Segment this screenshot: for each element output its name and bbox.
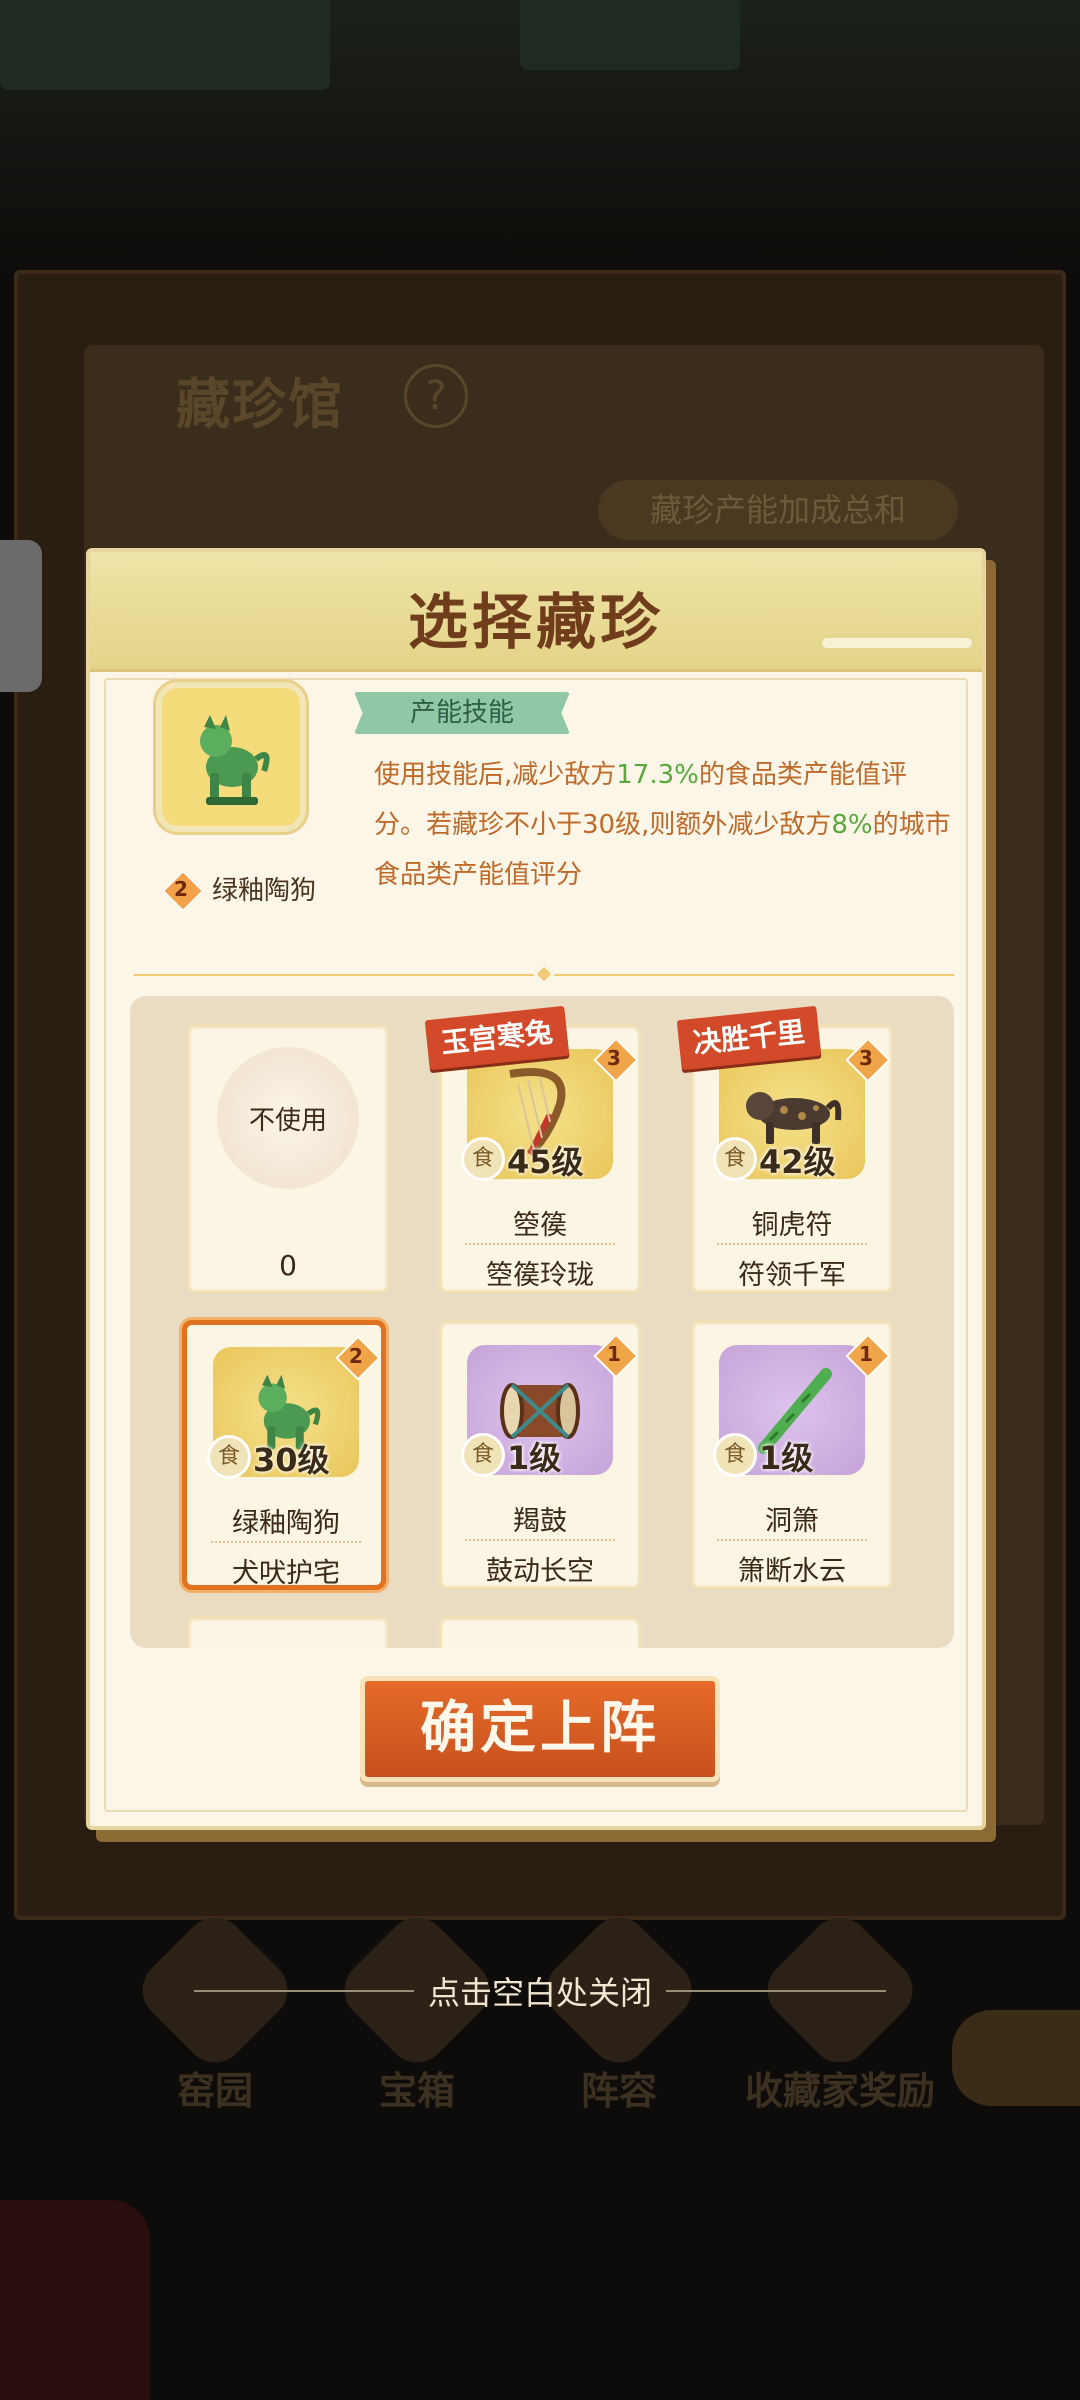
skill-desc-part: 使用技能后,减少敌方 xyxy=(374,760,617,790)
hint-line-left xyxy=(193,1990,414,1992)
treasure-card[interactable]: 玉宫寒兔 3 食 45级 箜篌 箜篌玲珑 xyxy=(424,1005,642,1294)
none-label: 不使用 xyxy=(248,1105,327,1136)
treasure-card-none[interactable]: 不使用 0 xyxy=(186,1024,390,1294)
treasure-level: 45级 xyxy=(507,1143,584,1181)
star-count: 1 xyxy=(607,1342,621,1366)
star-badge: 3 xyxy=(847,1039,885,1077)
treasure-level: 1级 xyxy=(759,1439,814,1477)
star-badge: 2 xyxy=(164,872,198,906)
side-tab xyxy=(0,540,42,692)
none-circle: 不使用 xyxy=(217,1047,359,1189)
food-icon: 食 xyxy=(461,1433,505,1477)
food-icon: 食 xyxy=(207,1435,251,1479)
card-separator xyxy=(717,1243,867,1245)
treasure-grid[interactable]: 不使用 0 玉宫寒兔 3 食 45级 箜篌 箜篌玲珑 决胜千里 3 食 42级 … xyxy=(130,996,954,1648)
skill-description: 使用技能后,减少敌方17.3%的食品类产能值评分。若藏珍不小于30级,则额外减少… xyxy=(374,750,954,900)
treasure-name: 箜篌 xyxy=(513,1210,567,1241)
nav-label: 宝箱 xyxy=(378,2069,455,2113)
treasure-name: 洞箫 xyxy=(765,1506,819,1537)
card-separator xyxy=(717,1539,867,1541)
select-treasure-modal: 选择藏珍 2 绿釉陶狗 产能技能 使用技能后,减少敌方17.3%的食品类产能值评… xyxy=(86,548,986,1830)
hint-line-right xyxy=(666,1990,886,1992)
food-icon: 食 xyxy=(713,1137,757,1181)
background-nav: 窑园 宝箱 阵容 收藏家奖励 xyxy=(70,1905,1080,2150)
treasure-card[interactable]: 1 食 1级 羯鼓 鼓动长空 xyxy=(438,1320,642,1590)
back-arrow-icon xyxy=(952,2010,1080,2106)
selected-treasure-name-row: 2 绿釉陶狗 xyxy=(164,870,316,907)
shelf-block xyxy=(520,0,740,70)
nav-label: 窑园 xyxy=(176,2069,253,2113)
treasure-card-partial[interactable] xyxy=(438,1616,642,1648)
treasure-level: 1级 xyxy=(507,1439,562,1477)
star-badge: 1 xyxy=(595,1335,633,1373)
card-separator xyxy=(211,1541,361,1543)
star-count: 2 xyxy=(349,1344,363,1368)
treasure-skill: 符领千军 xyxy=(738,1260,846,1291)
confirm-deploy-button[interactable]: 确定上阵 xyxy=(360,1676,720,1782)
selected-treasure-card xyxy=(156,682,306,832)
close-hint-text: 点击空白处关闭 xyxy=(427,1974,652,2012)
star-count: 3 xyxy=(859,1046,873,1070)
background-shelf xyxy=(0,0,1080,280)
card-separator xyxy=(465,1539,615,1541)
treasure-card[interactable]: 1 食 1级 洞箫 箫断水云 xyxy=(690,1320,894,1590)
green-glazed-dog-icon xyxy=(200,715,270,805)
treasure-skill: 箜篌玲珑 xyxy=(486,1260,594,1291)
treasure-name: 绿釉陶狗 xyxy=(232,1508,340,1539)
treasure-name: 铜虎符 xyxy=(751,1210,833,1241)
background-corner xyxy=(0,2200,150,2400)
background-bonus-label: 藏珍产能加成总和 xyxy=(598,480,958,540)
food-icon: 食 xyxy=(461,1137,505,1181)
nav-label: 阵容 xyxy=(580,2069,657,2113)
selected-treasure-name: 绿釉陶狗 xyxy=(212,876,317,906)
header-glint xyxy=(822,638,972,648)
star-badge: 3 xyxy=(595,1039,633,1077)
nav-item-lineup: 阵容 xyxy=(534,1905,704,2115)
treasure-skill: 箫断水云 xyxy=(738,1556,846,1587)
question-icon: ? xyxy=(404,364,468,428)
skill-desc-value: 17.3% xyxy=(616,760,699,790)
food-icon: 食 xyxy=(713,1433,757,1477)
nav-item-collector: 收藏家奖励 xyxy=(710,1905,970,2115)
treasure-level: 42级 xyxy=(759,1143,836,1181)
nav-label: 收藏家奖励 xyxy=(744,2069,935,2113)
nav-item-chest: 宝箱 xyxy=(332,1905,502,2115)
close-hint[interactable]: 点击空白处关闭 xyxy=(0,1966,1080,2016)
star-count: 3 xyxy=(607,1046,621,1070)
skill-desc-value: 8% xyxy=(831,810,873,840)
card-separator xyxy=(465,1243,615,1245)
shelf-block xyxy=(0,0,330,90)
treasure-name: 羯鼓 xyxy=(513,1506,567,1537)
treasure-skill: 鼓动长空 xyxy=(486,1556,594,1587)
background-title: 藏珍馆 xyxy=(176,372,344,436)
star-badge: 1 xyxy=(847,1335,885,1373)
nav-item-kiln: 窑园 xyxy=(130,1905,300,2115)
treasure-skill: 犬吠护宅 xyxy=(232,1558,340,1589)
treasure-card[interactable]: 决胜千里 3 食 42级 铜虎符 符领千军 xyxy=(676,1005,894,1294)
treasure-card-selected[interactable]: 2 食 30级 绿釉陶狗 犬吠护宅 xyxy=(182,1320,386,1590)
star-count: 2 xyxy=(174,876,188,901)
skill-tag: 产能技能 xyxy=(354,692,570,734)
none-count: 0 xyxy=(279,1249,297,1282)
star-badge: 2 xyxy=(337,1337,375,1375)
modal-header: 选择藏珍 xyxy=(90,552,982,672)
star-count: 1 xyxy=(859,1342,873,1366)
treasure-card-partial[interactable] xyxy=(186,1616,390,1648)
treasure-level: 30级 xyxy=(253,1441,330,1479)
